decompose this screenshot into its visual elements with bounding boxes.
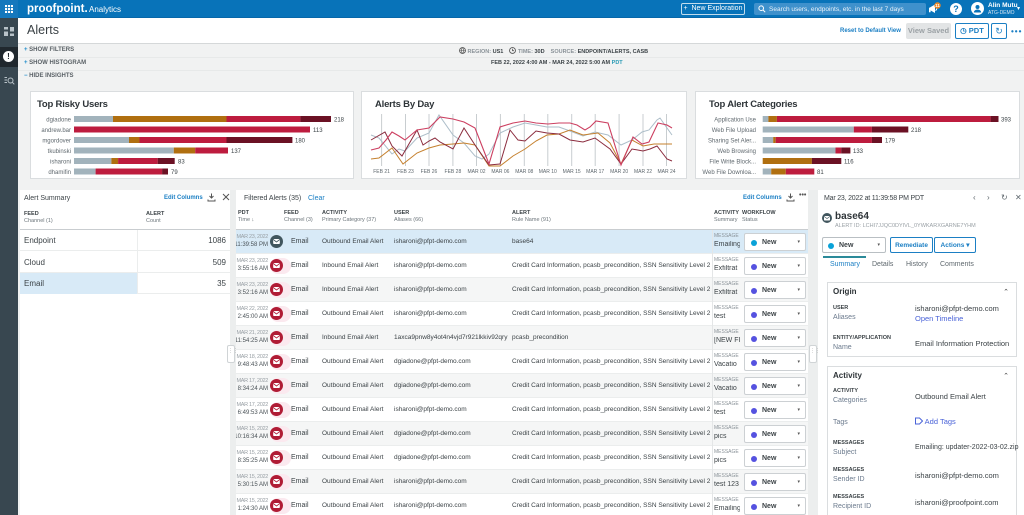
svg-text:FEB 28: FEB 28 xyxy=(445,169,462,175)
svg-text:MAR 22: MAR 22 xyxy=(634,169,652,175)
svg-text:MAR 08: MAR 08 xyxy=(515,169,533,175)
svg-text:mgordover: mgordover xyxy=(42,139,71,145)
svg-text:MAR 15: MAR 15 xyxy=(563,169,581,175)
svg-text:MAR 24: MAR 24 xyxy=(657,169,675,175)
svg-text:Web Browsing: Web Browsing xyxy=(717,149,756,155)
svg-text:116: 116 xyxy=(844,160,854,166)
svg-text:218: 218 xyxy=(911,128,922,134)
svg-text:393: 393 xyxy=(1001,118,1012,124)
svg-text:79: 79 xyxy=(171,170,178,176)
svg-text:11: 11 xyxy=(935,3,940,8)
svg-text:MAR 10: MAR 10 xyxy=(539,169,557,175)
svg-text:Sharing Set Aler...: Sharing Set Aler... xyxy=(708,139,756,145)
svg-text:MAR 02: MAR 02 xyxy=(467,169,485,175)
svg-text:File Write Block...: File Write Block... xyxy=(709,160,756,166)
svg-text:andrew.bar: andrew.bar xyxy=(41,128,71,134)
svg-text:MAR 20: MAR 20 xyxy=(610,169,628,175)
svg-text:FEB 21: FEB 21 xyxy=(373,169,390,175)
svg-text:Web File Upload: Web File Upload xyxy=(712,128,756,134)
svg-text:133: 133 xyxy=(853,149,864,155)
svg-text:MAR 06: MAR 06 xyxy=(491,169,509,175)
svg-text:FEB 26: FEB 26 xyxy=(421,169,438,175)
svg-text:83: 83 xyxy=(178,160,185,166)
svg-text:81: 81 xyxy=(817,170,824,176)
svg-text:179: 179 xyxy=(885,139,896,145)
svg-text:tkubinski: tkubinski xyxy=(48,149,71,155)
svg-text:isharoni: isharoni xyxy=(50,160,71,166)
svg-text:180: 180 xyxy=(295,139,306,145)
svg-text:Web File Downloa...: Web File Downloa... xyxy=(702,170,756,176)
svg-text:Application Use: Application Use xyxy=(714,118,756,124)
svg-text:MAR 17: MAR 17 xyxy=(586,169,604,175)
svg-text:113: 113 xyxy=(313,128,323,134)
svg-text:137: 137 xyxy=(231,149,242,155)
svg-text:dhamifin: dhamifin xyxy=(48,170,71,176)
svg-text:FEB 23: FEB 23 xyxy=(397,169,414,175)
svg-text:218: 218 xyxy=(334,118,345,124)
svg-text:dgiadone: dgiadone xyxy=(46,118,71,124)
